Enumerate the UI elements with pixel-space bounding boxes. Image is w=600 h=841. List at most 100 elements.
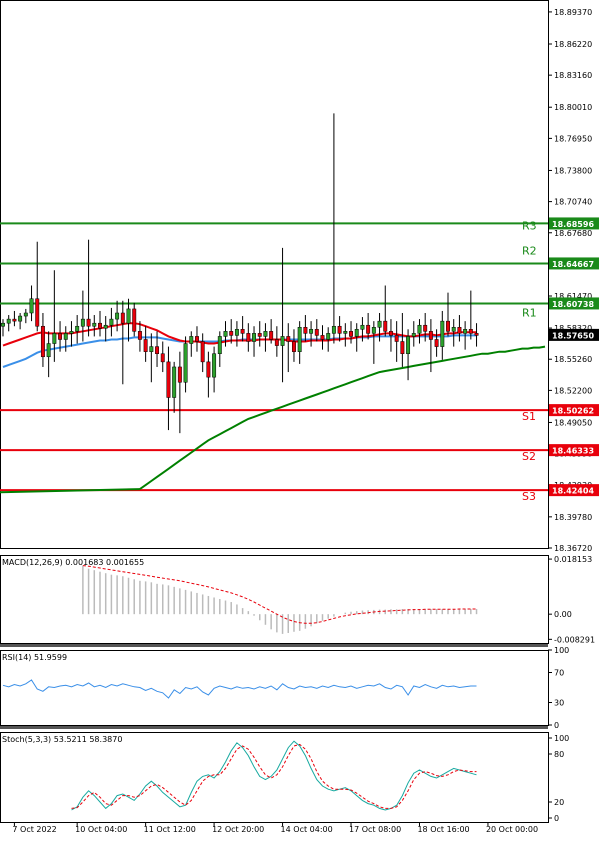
candle-body [92, 322, 97, 327]
candle-body [320, 335, 325, 340]
price-tick-label: 18.86220 [554, 40, 592, 49]
x-tick-label: 7 Oct 2022 [12, 825, 56, 834]
chart-canvas: 18.89370 18.86220 18.83160 18.80010 18.76950… [0, 0, 599, 834]
candle-body [417, 324, 422, 334]
x-tick-label: 17 Oct 08:00 [349, 825, 401, 834]
candle-body [6, 318, 11, 324]
candle-body [200, 341, 205, 363]
price-tick-label: 18.89370 [554, 8, 592, 17]
candle-body [80, 318, 85, 327]
level-price-label: 18.64667 [552, 260, 594, 269]
stoch-tick-label: 0 [554, 814, 559, 823]
candle-body [23, 312, 28, 317]
price-tick-label: 18.55260 [554, 355, 592, 364]
candle-body [326, 333, 331, 340]
rsi-tick-label: 70 [554, 669, 564, 678]
stoch-tick-label: 100 [554, 734, 569, 743]
level-label-r2: R2 [522, 244, 537, 257]
price-tick-label: 18.70740 [554, 198, 592, 207]
candle-body [212, 353, 217, 378]
candle-body [58, 333, 63, 340]
candle-body [463, 329, 468, 334]
candle-body [115, 312, 120, 320]
panel-separator [0, 726, 548, 729]
last-price-label: 18.57650 [552, 331, 594, 340]
candle-body [309, 329, 314, 334]
panel-separator [0, 644, 548, 647]
candle-body [132, 308, 137, 332]
price-tick-label: 18.49050 [554, 418, 592, 427]
candle-body [98, 322, 102, 329]
x-tick-label: 18 Oct 16:00 [417, 825, 469, 834]
candle-body [349, 331, 353, 337]
price-tick-label: 18.73800 [554, 166, 592, 175]
candle-body [52, 333, 57, 344]
candle-body [457, 327, 462, 334]
price-tick-label: 18.52200 [554, 386, 592, 395]
stoch-tick-label: 20 [554, 798, 564, 807]
price-tick-label: 18.83160 [554, 71, 592, 80]
rsi-tick-label: 0 [554, 721, 559, 730]
candle-body [388, 331, 393, 336]
candle-body [149, 346, 154, 352]
rsi-tick-label: 30 [554, 699, 564, 708]
candle-body [206, 361, 211, 378]
candle-body [143, 339, 148, 352]
level-price-label: 18.42404 [552, 487, 594, 496]
candle-body [69, 331, 74, 334]
candle-body [411, 333, 416, 337]
candle-body [303, 327, 308, 334]
x-tick-label: 20 Oct 00:00 [486, 825, 538, 834]
candle-body [274, 339, 279, 346]
candle-body [1, 322, 5, 327]
candle-body [434, 339, 439, 347]
candle-body [280, 336, 285, 346]
macd-tick-label: 0.00 [554, 610, 572, 619]
candle-body [234, 329, 239, 336]
x-tick-label: 14 Oct 04:00 [281, 825, 333, 834]
candle-body [314, 329, 319, 336]
x-tick-label: 11 Oct 12:00 [144, 825, 196, 834]
candle-body [160, 353, 165, 363]
candle-body [371, 327, 376, 334]
price-tick-label: 18.80010 [554, 103, 592, 112]
price-tick-label: 18.36720 [554, 544, 592, 553]
candle-body [189, 336, 194, 344]
macd-signal-line [82, 565, 477, 624]
level-price-label: 18.60738 [552, 300, 594, 309]
level-price-label: 18.68596 [552, 220, 594, 229]
candle-body [354, 329, 359, 337]
macd-tick-label: -0.008291 [554, 635, 595, 644]
candle-body [183, 343, 188, 383]
candle-body [40, 325, 45, 358]
candle-body [451, 327, 456, 332]
level-label-s2: S2 [522, 450, 536, 463]
candle-body [172, 366, 177, 398]
candle-body [337, 325, 342, 334]
rsi-label: RSI(14) 51.9599 [2, 653, 67, 662]
rsi-tick-label: 100 [554, 646, 569, 655]
candle-body [400, 341, 405, 354]
candle-body [137, 331, 142, 340]
candle-body [86, 318, 91, 327]
candle-body [120, 312, 125, 324]
macd-tick-label: 0.018153 [554, 555, 592, 564]
price-tick-label: 18.76950 [554, 134, 592, 143]
candle-body [12, 318, 17, 322]
level-label-s3: S3 [522, 490, 536, 503]
candle-body [166, 361, 171, 398]
candle-body [177, 366, 182, 383]
price-tick-label: 18.39780 [554, 513, 592, 522]
candle-body [383, 320, 388, 332]
candle-body [446, 320, 450, 332]
macd-label: MACD(12,26,9) 0.001683 0.001655 [2, 558, 144, 567]
candle-body [155, 346, 160, 354]
candle-body [217, 336, 222, 354]
candle-body [240, 329, 245, 334]
candle-body [103, 324, 108, 329]
candle-body [440, 320, 445, 347]
candle-body [377, 320, 382, 328]
ma-red-line [2, 322, 477, 347]
level-price-label: 18.50262 [552, 407, 594, 416]
candle-body [292, 341, 296, 352]
